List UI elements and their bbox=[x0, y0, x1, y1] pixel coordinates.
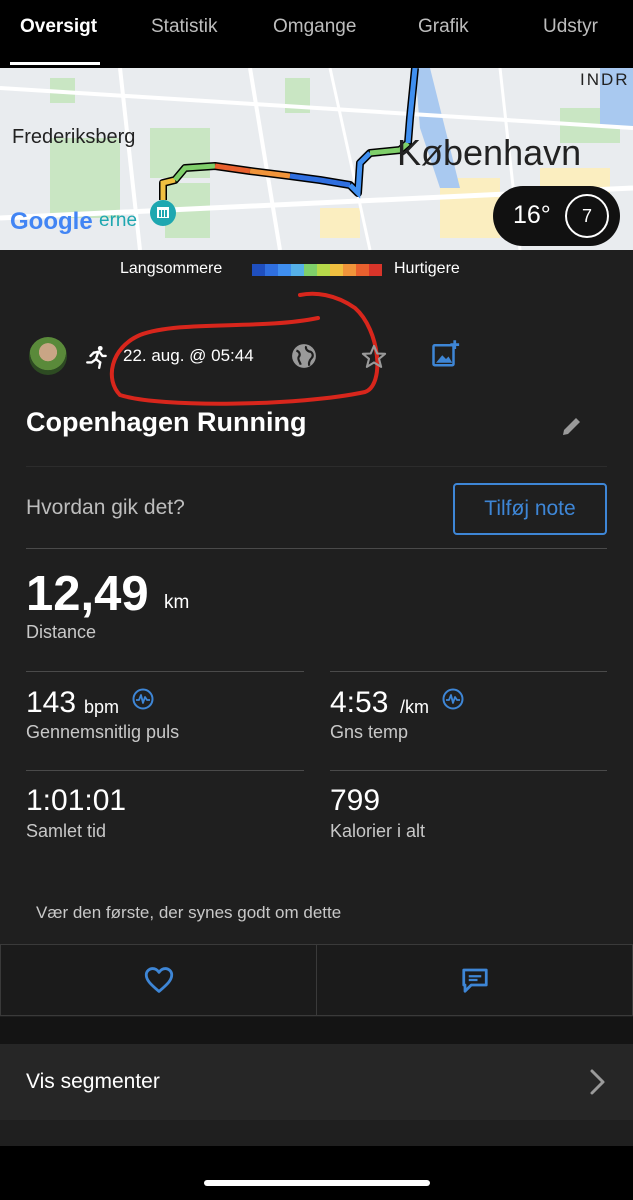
divider bbox=[26, 770, 304, 771]
active-tab-indicator bbox=[10, 62, 100, 65]
pace-info-icon[interactable] bbox=[442, 688, 464, 710]
hr-label: Gennemsnitlig puls bbox=[26, 722, 180, 742]
time-label: Samlet tid bbox=[26, 821, 107, 841]
view-segments-row[interactable]: Vis segmenter bbox=[0, 1044, 633, 1120]
moon-phase-icon: 7 bbox=[565, 194, 609, 238]
divider bbox=[26, 671, 304, 672]
like-button[interactable] bbox=[0, 944, 317, 1016]
like-prompt: Vær den første, der synes godt om dette bbox=[36, 903, 342, 922]
activity-date: 22. aug. @ 05:44 bbox=[123, 346, 254, 365]
divider bbox=[26, 466, 607, 467]
distance-label: Distance bbox=[26, 622, 97, 642]
pace-color-segment bbox=[330, 264, 343, 276]
divider bbox=[26, 548, 607, 549]
weather-badge[interactable]: 16° 7 bbox=[493, 186, 620, 246]
section-gap bbox=[0, 1120, 633, 1146]
running-icon bbox=[86, 345, 107, 370]
pace-legend: Langsommere Hurtigere bbox=[0, 258, 633, 282]
pace-label: Gns temp bbox=[330, 722, 409, 742]
tab-oversigt[interactable]: Oversigt bbox=[20, 16, 97, 38]
privacy-globe-icon[interactable] bbox=[291, 343, 317, 369]
pace-color-segment bbox=[343, 264, 356, 276]
activity-title: Copenhagen Running bbox=[26, 407, 307, 437]
chevron-right-icon bbox=[590, 1069, 605, 1095]
pace-color-segment bbox=[369, 264, 382, 276]
distance-value: 12,49 bbox=[26, 567, 149, 621]
comment-icon bbox=[461, 968, 488, 993]
pace-color-bar bbox=[252, 264, 382, 276]
hr-value: 143 bbox=[26, 686, 77, 719]
heart-rate-info-icon[interactable] bbox=[132, 688, 154, 710]
tab-statistik[interactable]: Statistik bbox=[151, 16, 218, 38]
legend-faster: Hurtigere bbox=[394, 260, 460, 277]
bottom-bar bbox=[0, 1146, 633, 1200]
hr-unit: bpm bbox=[84, 697, 120, 717]
pace-value: 4:53 bbox=[330, 686, 389, 719]
temperature-value: 16° bbox=[513, 201, 551, 229]
section-gap bbox=[0, 1017, 633, 1044]
divider bbox=[330, 770, 607, 771]
tab-bar: Oversigt Statistik Omgange Grafik Udstyr bbox=[0, 0, 633, 68]
distance-unit: km bbox=[164, 592, 190, 613]
comment-button[interactable] bbox=[316, 944, 633, 1016]
heart-icon bbox=[144, 967, 173, 993]
home-indicator[interactable] bbox=[204, 1180, 430, 1186]
pace-unit: /km bbox=[400, 697, 429, 717]
legend-slower: Langsommere bbox=[120, 260, 223, 277]
google-logo: Google bbox=[10, 208, 93, 236]
calories-value: 799 bbox=[330, 784, 381, 817]
calories-label: Kalorier i alt bbox=[330, 821, 426, 841]
pace-color-segment bbox=[291, 264, 304, 276]
pace-color-segment bbox=[265, 264, 278, 276]
tab-grafik[interactable]: Grafik bbox=[418, 16, 469, 38]
tab-udstyr[interactable]: Udstyr bbox=[543, 16, 598, 38]
google-logo-text: Google bbox=[10, 208, 93, 235]
avatar[interactable] bbox=[29, 337, 67, 375]
moon-phase-number: 7 bbox=[581, 206, 592, 226]
pace-color-segment bbox=[252, 264, 265, 276]
divider bbox=[330, 671, 607, 672]
map-label-indre: INDR bbox=[580, 70, 630, 89]
view-segments-label: Vis segmenter bbox=[26, 1070, 160, 1093]
pace-color-segment bbox=[317, 264, 330, 276]
tab-omgange[interactable]: Omgange bbox=[273, 16, 356, 38]
map-label-frederiksberg: Frederiksberg bbox=[12, 126, 136, 148]
add-photo-icon[interactable] bbox=[431, 339, 461, 369]
map-label-kobenhavn: København bbox=[397, 132, 582, 173]
map-label-erne: erne bbox=[99, 210, 138, 231]
add-note-button[interactable]: Tilføj note bbox=[453, 483, 607, 535]
edit-pencil-icon[interactable] bbox=[560, 414, 584, 438]
pace-color-segment bbox=[278, 264, 291, 276]
pace-color-segment bbox=[356, 264, 369, 276]
note-prompt: Hvordan gik det? bbox=[26, 496, 185, 519]
pace-color-segment bbox=[304, 264, 317, 276]
favorite-star-icon[interactable] bbox=[360, 343, 388, 371]
time-value: 1:01:01 bbox=[26, 784, 127, 817]
